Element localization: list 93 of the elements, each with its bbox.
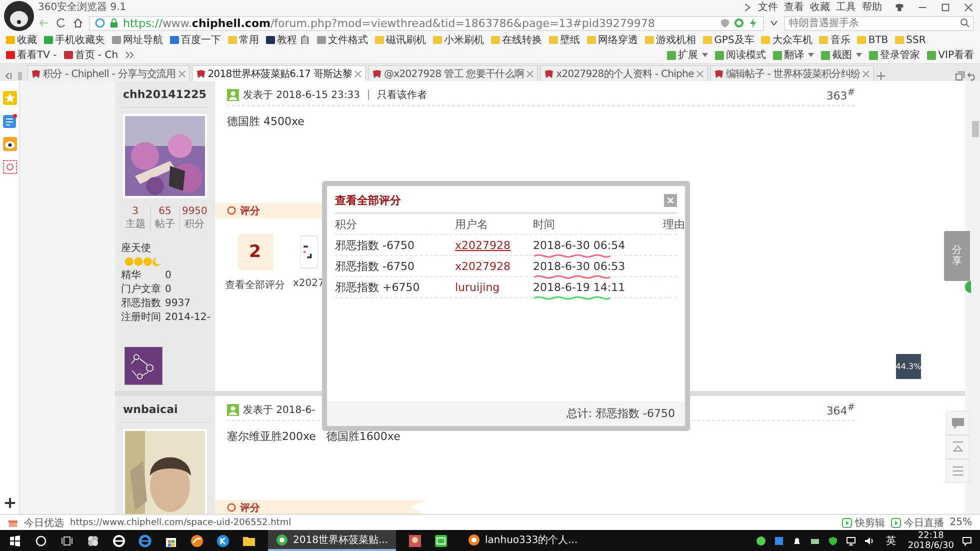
field-label: 注册时间	[121, 311, 161, 326]
field-label: 门户文章	[121, 283, 161, 298]
menu-item[interactable]: 查看	[784, 0, 804, 14]
taskbar-window[interactable]: 2018世界杯菠菜贴...	[268, 530, 396, 551]
dialog-title: 查看全部评分	[335, 193, 401, 208]
table-cell: 2018-6-19 14:11	[533, 280, 626, 294]
bookmark[interactable]: 百度一下	[170, 33, 221, 47]
username-link[interactable]: x2027928	[455, 238, 510, 252]
toolbar-button[interactable]: 阅读模式	[715, 48, 766, 62]
post-text: 德国胜 4500xe	[227, 114, 306, 129]
table-cell-text: 邪恶指数 +6750	[335, 280, 421, 294]
rating-label: 评分	[240, 204, 260, 218]
field-label: 精华	[121, 269, 142, 284]
stat-value[interactable]: 3	[132, 206, 139, 217]
user-group: 座天使	[121, 241, 209, 255]
stat-value[interactable]: 9950	[182, 206, 208, 217]
status-label[interactable]: 今日优选	[24, 516, 64, 530]
browser-tab[interactable]: @x2027928 管工 您要干什么啊	[368, 65, 538, 81]
toolbar-button[interactable]: 翻译	[773, 48, 814, 62]
bookmark[interactable]: 游戏机相	[645, 33, 696, 47]
view-all-ratings-link[interactable]: 查看全部评分	[225, 278, 285, 292]
table-cell-text: 邪恶指数 -6750	[335, 238, 416, 252]
bookmark[interactable]: 常用	[228, 33, 259, 47]
browser-tab[interactable]: 2018世界杯菠菜贴6.17 哥斯达黎	[192, 65, 366, 81]
toolbar-button[interactable]: 截图	[821, 48, 862, 62]
bookmark[interactable]: 磁讯刷机	[375, 33, 426, 47]
status-item[interactable]: 快剪辑	[842, 516, 885, 530]
rating-label: 评分	[240, 502, 260, 514]
bookmark[interactable]: 网址导航	[112, 33, 163, 47]
bookmark[interactable]: 首页 - Ch	[64, 48, 118, 62]
field-value: 2014-12-	[165, 311, 210, 326]
post-date: 发表于 2018-6-15 23:33	[243, 88, 360, 102]
menu-item[interactable]: 帮助	[862, 0, 882, 14]
bookmark[interactable]: 看看TV -	[6, 48, 57, 62]
field-label: 邪恶指数	[121, 297, 161, 312]
post-date: 发表于 2018-6-	[243, 404, 316, 417]
browser-tab[interactable]: 积分 - Chiphell - 分享与交流用	[27, 65, 190, 81]
stat-label: 积分	[184, 218, 205, 231]
zoom-level[interactable]: 25%	[950, 517, 972, 528]
column-header: 用户名	[455, 216, 489, 232]
table-cell-text: 邪恶指数 -6750	[335, 258, 416, 274]
field-value: 0	[165, 283, 172, 298]
author-name[interactable]: chh20141225	[121, 87, 209, 108]
menu-item[interactable]: 收藏	[810, 0, 830, 14]
window-title: 360安全浏览器 9.1	[38, 0, 126, 14]
bookmark[interactable]: 收藏	[6, 33, 37, 47]
menu-item[interactable]: 文件	[758, 0, 778, 14]
progress-badge: 44.3%	[896, 354, 921, 379]
rating-count[interactable]: 2	[238, 234, 272, 270]
floor-number[interactable]: 363$^{#}$	[826, 87, 855, 103]
table-cell: 2018-6-30 06:53	[533, 260, 626, 272]
bookmark[interactable]: BTB	[857, 33, 888, 47]
toolbar-button[interactable]: 登录管家	[869, 48, 920, 62]
bookmark[interactable]: 大众车机	[761, 33, 812, 47]
bookmark[interactable]: 手机收藏夹	[44, 33, 105, 47]
author-name[interactable]: wnbaicai	[121, 402, 209, 423]
taskbar-window[interactable]: lanhuo333的个人...	[460, 530, 586, 551]
username-link[interactable]: x2027928	[455, 260, 510, 272]
bookmark[interactable]: 教程 自	[266, 33, 310, 47]
bookmark[interactable]: 网络穿透	[587, 33, 638, 47]
bookmark[interactable]: 音乐	[819, 33, 850, 47]
toolbar-button[interactable]: VIP看看	[927, 48, 974, 62]
clock-time[interactable]: 22:18	[918, 530, 944, 540]
search-field[interactable]: 特朗普遇握手杀	[784, 16, 974, 30]
stat-value[interactable]: 65	[158, 206, 172, 217]
bookmark[interactable]: 小米刷机	[433, 33, 484, 47]
input-method[interactable]: 英	[886, 534, 896, 548]
post-text: 塞尔维亚胜200xe 德国胜1600xe	[227, 429, 402, 444]
total-text: 总计: 邪恶指数 -6750	[566, 406, 675, 421]
bookmark[interactable]: 壁纸	[549, 33, 580, 47]
username-link[interactable]: luruijing	[455, 280, 500, 294]
bookmark[interactable]: GPS及车	[703, 33, 754, 47]
browser-tab[interactable]: x2027928的个人资料 - Chiphe	[540, 65, 708, 81]
field-value: 9937	[165, 297, 190, 312]
bookmark[interactable]: 在线转换	[491, 33, 542, 47]
bookmark[interactable]: SSR	[895, 33, 926, 47]
table-cell: 2018-6-30 06:54	[533, 238, 626, 252]
clock-date[interactable]: 2018/6/30	[908, 540, 954, 550]
field-value: 0	[165, 269, 172, 284]
status-item[interactable]: 今日直播	[890, 516, 944, 530]
bookmark[interactable]: 文件格式	[317, 33, 368, 47]
column-header: 积分	[335, 216, 358, 232]
only-author-link[interactable]: 只看该作者	[376, 88, 427, 102]
stat-label: 帖子	[155, 218, 175, 231]
column-header: 时间	[533, 216, 556, 232]
status-url: https://www.chiphell.com/space-uid-206552.html	[70, 518, 292, 528]
browser-tab[interactable]: 编辑帖子 - 世界杯菠菜积分纠纷	[710, 65, 874, 81]
stat-label: 主题	[125, 218, 146, 231]
menu-item[interactable]: 工具	[836, 0, 856, 14]
address-bar[interactable]: https://www.chiphell.com/forum.php?mod=viewthread&tid=1863786&page=13#pid39279978	[89, 16, 764, 30]
column-header: 理由	[663, 216, 685, 232]
toolbar-button[interactable]: 扩展	[667, 48, 708, 62]
floor-number[interactable]: 364$^{#}$	[826, 402, 855, 418]
